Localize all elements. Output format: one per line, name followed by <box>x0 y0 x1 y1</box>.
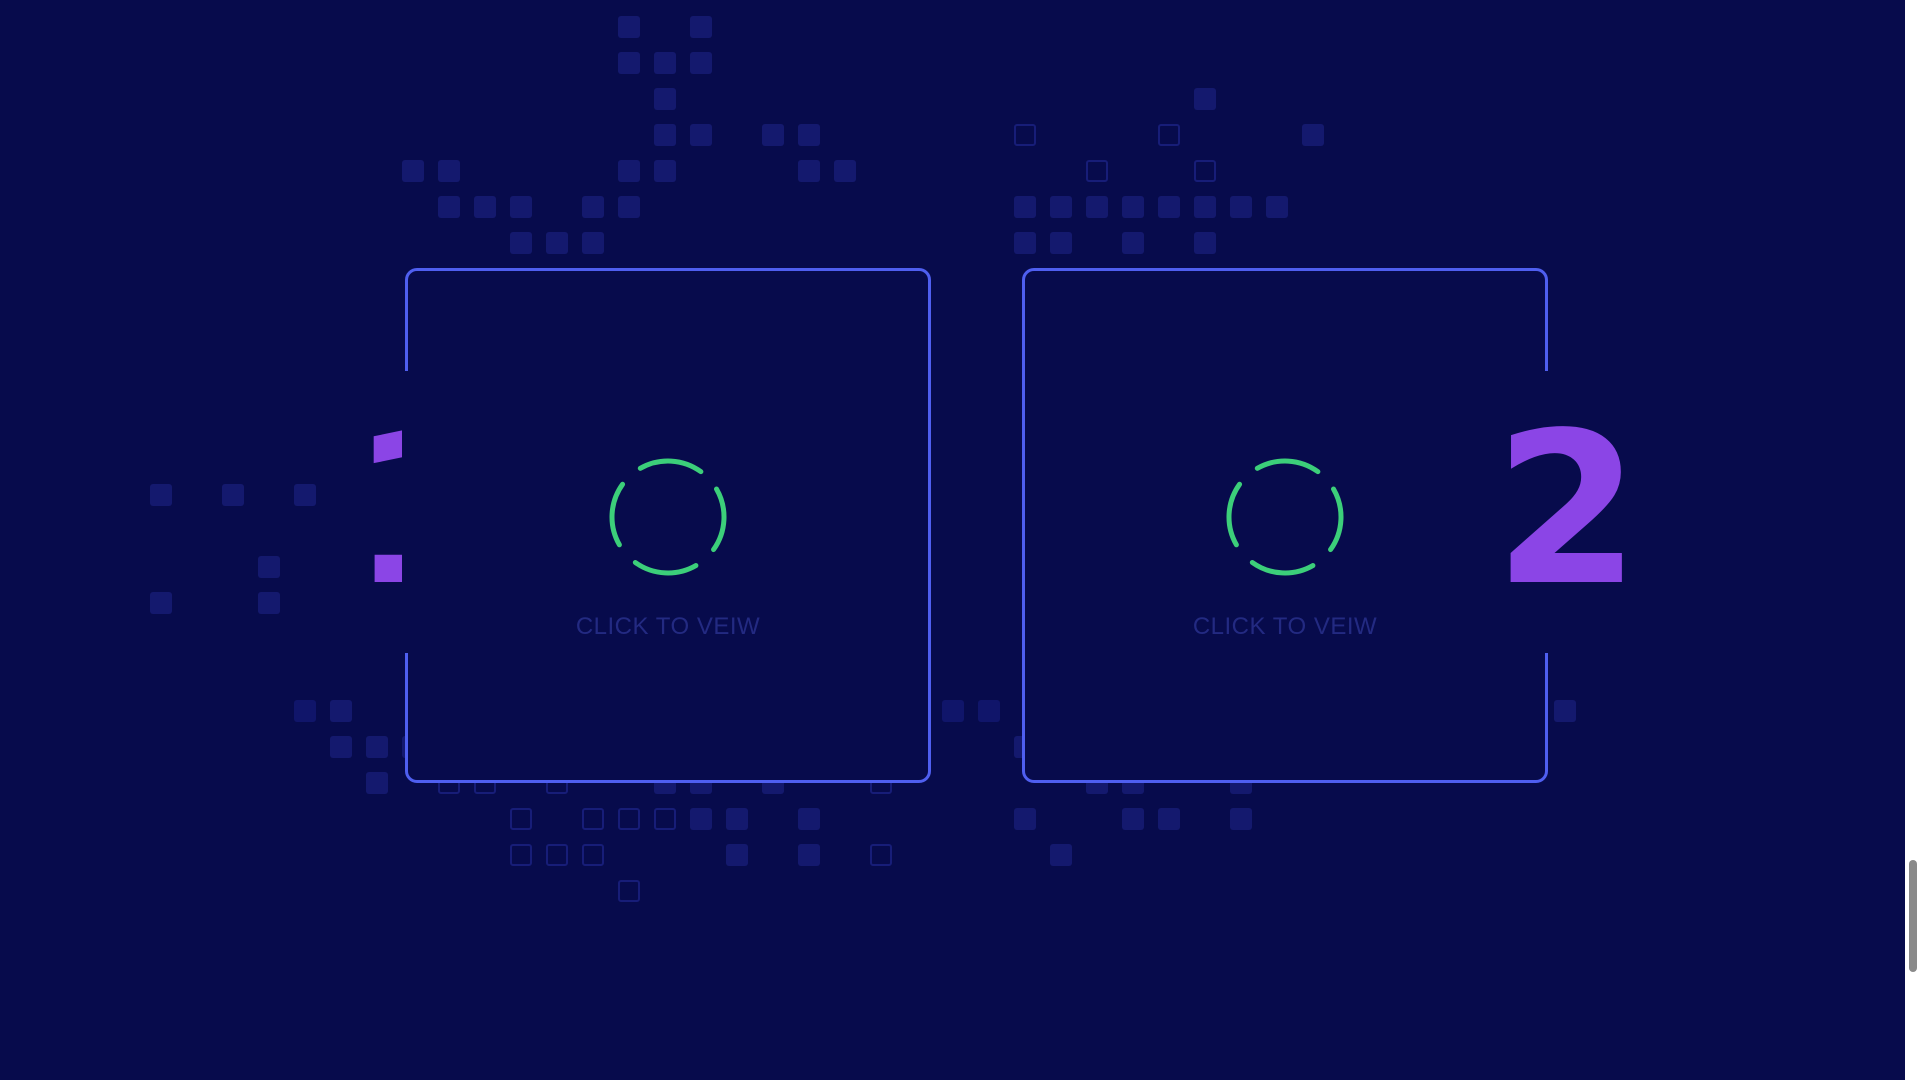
background-pixel <box>150 592 172 614</box>
background-pixel <box>798 160 820 182</box>
background-pixel <box>1158 196 1180 218</box>
background-pixel <box>294 484 316 506</box>
click-to-view-label: CLICK TO VEIW <box>575 613 761 640</box>
background-pixel <box>1122 808 1144 830</box>
card-number-2: 2 <box>1494 387 1641 632</box>
background-pixel <box>654 124 676 146</box>
background-pixel <box>258 556 280 578</box>
background-pixel <box>1050 196 1072 218</box>
background-pixel <box>798 808 820 830</box>
background-pixel <box>618 16 640 38</box>
background-pixel <box>978 700 1000 722</box>
background-pixel <box>870 844 892 866</box>
page: 1 CLICK TO VEIW CLICK TO VEIW 2 <box>0 0 1905 1080</box>
background-pixel <box>510 844 532 866</box>
background-pixel <box>1014 232 1036 254</box>
background-pixel <box>798 124 820 146</box>
scrollbar-thumb[interactable] <box>1909 860 1917 972</box>
background-pixel <box>510 196 532 218</box>
background-pixel <box>1158 124 1180 146</box>
loading-spinner-icon <box>609 458 727 576</box>
background-pixel <box>150 484 172 506</box>
background-pixel <box>402 160 424 182</box>
background-pixel <box>1194 160 1216 182</box>
background-pixel <box>618 52 640 74</box>
background-pixel <box>942 700 964 722</box>
background-pixel <box>1266 196 1288 218</box>
background-pixel <box>654 88 676 110</box>
background-pixel <box>1014 124 1036 146</box>
background-pixel <box>330 736 352 758</box>
background-pixel <box>654 160 676 182</box>
background-pixel <box>1158 808 1180 830</box>
background-pixel <box>258 592 280 614</box>
background-pixel <box>654 808 676 830</box>
background-pixel <box>1086 196 1108 218</box>
background-pixel <box>582 808 604 830</box>
background-pixel <box>1194 88 1216 110</box>
background-pixel <box>1230 808 1252 830</box>
background-pixel <box>618 808 640 830</box>
background-pixel <box>690 124 712 146</box>
background-pixel <box>690 808 712 830</box>
background-pixel <box>1194 196 1216 218</box>
click-to-view-label: CLICK TO VEIW <box>1192 613 1378 640</box>
background-pixel <box>1554 700 1576 722</box>
background-pixel <box>1230 196 1252 218</box>
background-pixel <box>1014 196 1036 218</box>
background-pixel <box>438 196 460 218</box>
background-pixel <box>618 160 640 182</box>
vertical-scrollbar[interactable] <box>1905 0 1920 1080</box>
background-pixel <box>798 844 820 866</box>
background-pixel <box>438 160 460 182</box>
background-pixel <box>762 124 784 146</box>
background-pixel <box>1050 232 1072 254</box>
background-pixel <box>1014 808 1036 830</box>
background-pixel <box>582 844 604 866</box>
background-pixel <box>834 160 856 182</box>
background-pixel <box>546 844 568 866</box>
background-pixel <box>1050 844 1072 866</box>
background-pixel <box>1122 196 1144 218</box>
view-card-1[interactable]: CLICK TO VEIW <box>402 268 931 783</box>
background-pixel <box>1122 232 1144 254</box>
background-pixel <box>1302 124 1324 146</box>
background-pixel <box>510 808 532 830</box>
background-pixel <box>474 196 496 218</box>
background-pixel <box>726 808 748 830</box>
background-pixel <box>618 880 640 902</box>
view-card-2[interactable]: CLICK TO VEIW <box>1022 268 1551 783</box>
background-pixel <box>366 772 388 794</box>
background-pixel <box>546 232 568 254</box>
background-pixel <box>510 232 532 254</box>
border-gap <box>402 371 410 653</box>
background-pixel <box>1194 232 1216 254</box>
background-pixel <box>222 484 244 506</box>
background-pixel <box>654 52 676 74</box>
background-pixel <box>366 736 388 758</box>
background-pixel <box>618 196 640 218</box>
background-pixel <box>582 232 604 254</box>
background-pixel <box>330 700 352 722</box>
background-pixel <box>294 700 316 722</box>
background-pixel <box>726 844 748 866</box>
loading-spinner-icon <box>1226 458 1344 576</box>
background-pixel <box>1086 160 1108 182</box>
background-pixel <box>582 196 604 218</box>
background-pixel <box>690 52 712 74</box>
background-pixel <box>690 16 712 38</box>
